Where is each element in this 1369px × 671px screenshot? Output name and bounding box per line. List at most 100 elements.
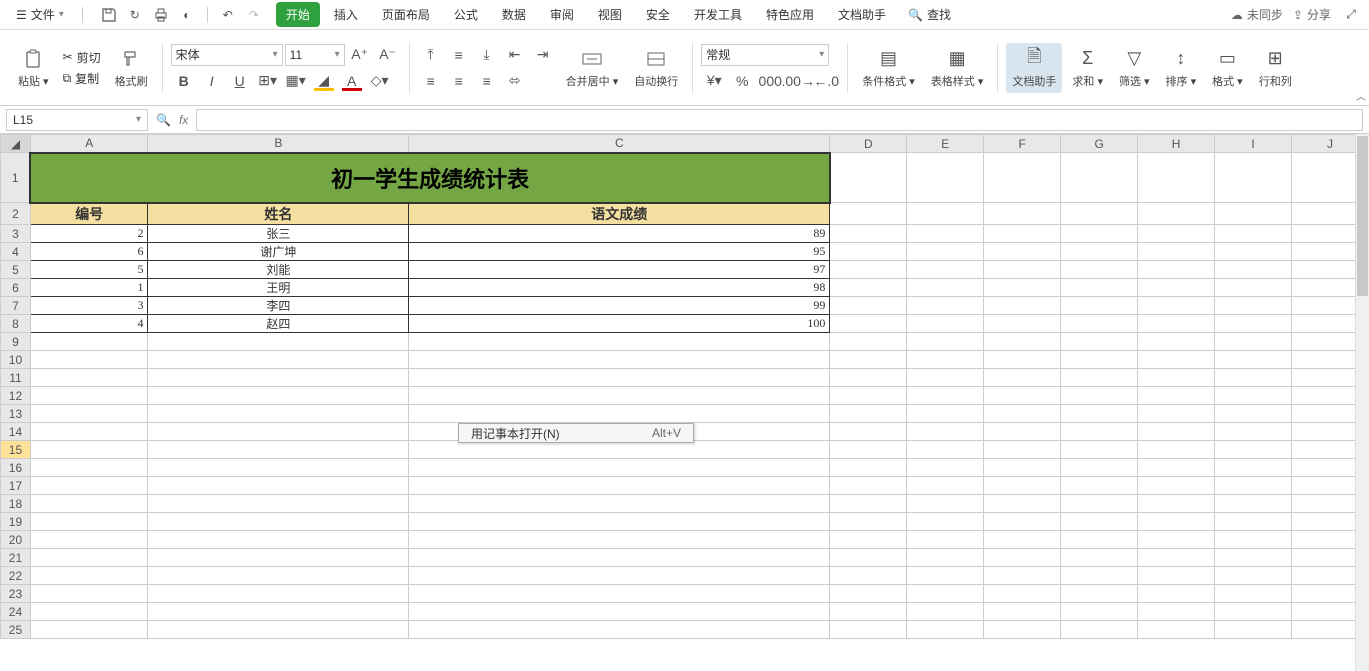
col-header-F[interactable]: F [984,135,1061,153]
cell[interactable] [984,225,1061,243]
cell[interactable] [1215,459,1292,477]
cell[interactable] [830,405,907,423]
cell[interactable] [1061,261,1138,279]
cell[interactable] [30,603,148,621]
cell[interactable] [409,603,830,621]
cell[interactable] [1138,297,1215,315]
col-header-B[interactable]: B [148,135,409,153]
scrollbar-thumb[interactable] [1357,136,1368,296]
cell[interactable] [830,243,907,261]
cell[interactable] [907,531,984,549]
cell[interactable]: 谢广坤 [148,243,409,261]
cell[interactable] [1215,315,1292,333]
cell[interactable] [830,315,907,333]
cell[interactable] [984,243,1061,261]
cell[interactable] [1215,279,1292,297]
cell[interactable] [30,423,148,441]
cell[interactable] [907,549,984,567]
cell[interactable] [830,203,907,225]
cell[interactable] [830,297,907,315]
align-center-button[interactable]: ≡ [446,70,472,92]
cell[interactable] [907,243,984,261]
cell[interactable] [1061,315,1138,333]
cell[interactable] [984,477,1061,495]
cell[interactable] [1061,477,1138,495]
cell[interactable] [148,405,409,423]
italic-button[interactable]: I [199,70,225,92]
align-top-button[interactable]: ⤒ [418,44,444,66]
decrease-decimal-button[interactable]: ←.0 [813,70,839,92]
sort-button[interactable]: ↕排序 ▾ [1160,43,1203,93]
cell[interactable] [1061,603,1138,621]
cell[interactable] [409,567,830,585]
cell[interactable] [30,621,148,639]
cell[interactable] [148,549,409,567]
file-menu[interactable]: ☰ 文件 ▾ [8,4,72,25]
cell[interactable] [148,477,409,495]
cell[interactable] [30,351,148,369]
font-size-combo[interactable]: 11▾ [285,44,345,66]
cell[interactable] [830,603,907,621]
cell[interactable] [1061,387,1138,405]
cell[interactable] [1215,351,1292,369]
row-header[interactable]: 7 [1,297,31,315]
tab-文档助手[interactable]: 文档助手 [828,2,896,27]
cell[interactable] [830,333,907,351]
cell[interactable] [1061,495,1138,513]
indent-increase-button[interactable]: ⇥ [530,44,556,66]
cell[interactable] [830,153,907,203]
cell[interactable] [830,387,907,405]
name-box[interactable]: L15▾ [6,109,148,131]
cell[interactable] [409,459,830,477]
cell[interactable] [1215,297,1292,315]
cell[interactable] [984,495,1061,513]
cell[interactable] [984,261,1061,279]
fx-icon[interactable]: fx [179,113,188,127]
row-header[interactable]: 3 [1,225,31,243]
cell[interactable]: 5 [30,261,148,279]
cell[interactable] [984,567,1061,585]
align-middle-button[interactable]: ≡ [446,44,472,66]
cell[interactable] [148,567,409,585]
title-cell[interactable]: 初一学生成绩统计表 [30,153,829,203]
cell[interactable] [907,315,984,333]
copy-button[interactable]: ⧉复制 [59,69,105,88]
cell[interactable]: 89 [409,225,830,243]
cell[interactable]: 赵四 [148,315,409,333]
collapse-ribbon-icon[interactable]: ︿ [1356,88,1366,103]
cell[interactable] [984,153,1061,203]
clear-format-button[interactable]: ◇▾ [367,70,393,92]
cell[interactable] [1138,279,1215,297]
tab-开始[interactable]: 开始 [276,2,320,27]
cell[interactable]: 张三 [148,225,409,243]
cell[interactable] [984,297,1061,315]
cell[interactable] [907,351,984,369]
row-header[interactable]: 5 [1,261,31,279]
cell[interactable] [409,495,830,513]
cell[interactable]: 刘能 [148,261,409,279]
col-header-D[interactable]: D [830,135,907,153]
cell[interactable]: 3 [30,297,148,315]
cell[interactable] [148,351,409,369]
cell[interactable] [1215,495,1292,513]
format-painter-button[interactable]: 格式刷 [109,43,154,93]
thousands-button[interactable]: 000 [757,70,783,92]
row-header[interactable]: 22 [1,567,31,585]
indent-decrease-button[interactable]: ⇤ [502,44,528,66]
cell[interactable] [148,513,409,531]
cell[interactable] [984,621,1061,639]
cell[interactable] [1215,153,1292,203]
row-header[interactable]: 17 [1,477,31,495]
cell[interactable] [1061,203,1138,225]
row-header[interactable]: 6 [1,279,31,297]
cell[interactable] [1215,603,1292,621]
context-menu-item[interactable]: 用记事本打开(N) Alt+V [458,423,694,443]
cell[interactable] [984,549,1061,567]
cell[interactable] [830,459,907,477]
cell[interactable] [1138,153,1215,203]
cell[interactable] [1138,423,1215,441]
cell[interactable] [830,225,907,243]
row-header[interactable]: 21 [1,549,31,567]
cell[interactable]: 98 [409,279,830,297]
cell[interactable]: 97 [409,261,830,279]
